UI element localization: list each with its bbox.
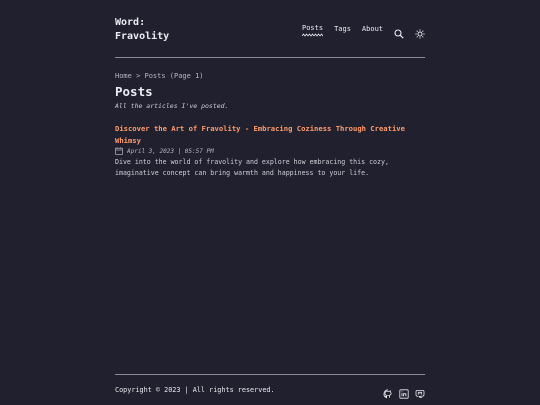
nav-posts[interactable]: Posts [301, 23, 324, 37]
breadcrumb: Home > Posts (Page 1) [115, 72, 204, 80]
header-divider [115, 57, 425, 58]
site-header: Word: Fravolity Posts Tags About [115, 14, 425, 44]
page-description: All the articles I've posted. [115, 102, 229, 110]
social-links [377, 384, 425, 399]
nav-about[interactable]: About [362, 24, 383, 34]
main-nav: Posts Tags About [291, 23, 425, 39]
post-meta: April 3, 2023 | 05:57 PM [115, 147, 405, 155]
mastodon-icon[interactable] [415, 384, 425, 398]
theme-toggle-icon[interactable] [415, 24, 425, 39]
page-container: Word: Fravolity Posts Tags About Home > … [115, 0, 425, 405]
post-date: April 3, 2023 | 05:57 PM [127, 147, 214, 155]
post-description: Dive into the world of fravolity and exp… [115, 158, 389, 177]
calendar-icon [115, 147, 123, 155]
search-icon[interactable] [394, 24, 404, 39]
post-item: Discover the Art of Fravolity - Embracin… [115, 123, 405, 178]
footer-divider [115, 374, 425, 375]
post-title-link[interactable]: Discover the Art of Fravolity - Embracin… [115, 123, 405, 146]
site-footer: Copyright © 2023 | All rights reserved. [115, 384, 425, 399]
site-logo[interactable]: Word: Fravolity [115, 16, 169, 44]
linkedin-icon[interactable] [399, 384, 409, 399]
logo-line-1: Word: [115, 17, 146, 28]
page-title: Posts [115, 84, 153, 99]
copyright-text: Copyright © 2023 | All rights reserved. [115, 386, 275, 394]
logo-line-2: Fravolity [115, 31, 170, 42]
nav-tags[interactable]: Tags [334, 24, 351, 34]
github-icon[interactable] [383, 384, 393, 399]
